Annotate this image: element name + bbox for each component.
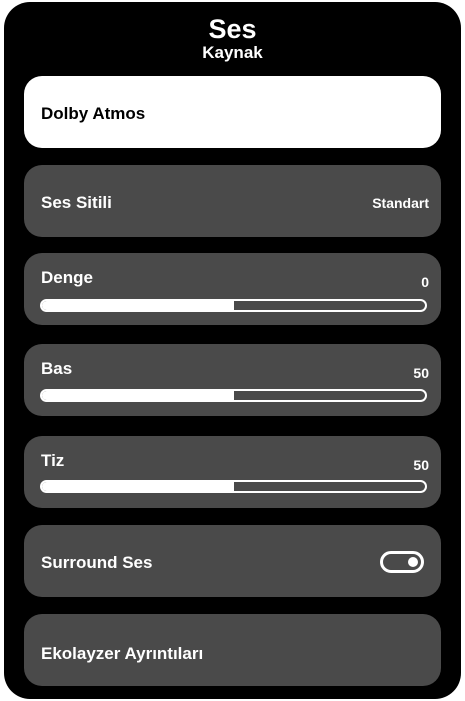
menu-item-surround[interactable]: Surround Ses	[24, 525, 441, 597]
menu-item-treble[interactable]: Tiz 50	[24, 436, 441, 508]
toggle-knob-icon	[408, 557, 418, 567]
bass-slider[interactable]	[40, 389, 427, 402]
menu-title: Ses	[208, 14, 257, 44]
menu-item-label: Dolby Atmos	[41, 104, 146, 123]
menu-item-label: Ses Sitili	[41, 193, 112, 212]
menu-item-label: Denge	[41, 268, 93, 287]
bass-value: 50	[413, 365, 429, 381]
menu-item-label: Bas	[41, 359, 73, 378]
treble-slider[interactable]	[40, 480, 427, 493]
surround-toggle[interactable]	[380, 551, 424, 573]
menu-item-equalizer-details[interactable]: Ekolayzer Ayrıntıları	[24, 614, 441, 686]
balance-value: 0	[421, 274, 429, 290]
balance-slider[interactable]	[40, 299, 427, 312]
balance-slider-fill	[42, 301, 234, 310]
menu-item-label: Tiz	[41, 451, 65, 470]
treble-slider-fill	[42, 482, 234, 491]
bass-slider-fill	[42, 391, 234, 400]
sound-settings-panel: Ses Kaynak Dolby Atmos Ses Sitili Standa…	[4, 2, 461, 699]
menu-item-sound-style[interactable]: Ses Sitili Standart	[24, 165, 441, 237]
menu-item-balance[interactable]: Denge 0	[24, 253, 441, 325]
menu-item-label: Ekolayzer Ayrıntıları	[41, 644, 204, 663]
sound-style-value: Standart	[372, 195, 429, 211]
menu-item-bass[interactable]: Bas 50	[24, 344, 441, 416]
treble-value: 50	[413, 457, 429, 473]
menu-item-dolby-atmos[interactable]: Dolby Atmos	[24, 76, 441, 148]
menu-item-label: Surround Ses	[41, 553, 153, 572]
menu-subtitle: Kaynak	[202, 43, 263, 62]
